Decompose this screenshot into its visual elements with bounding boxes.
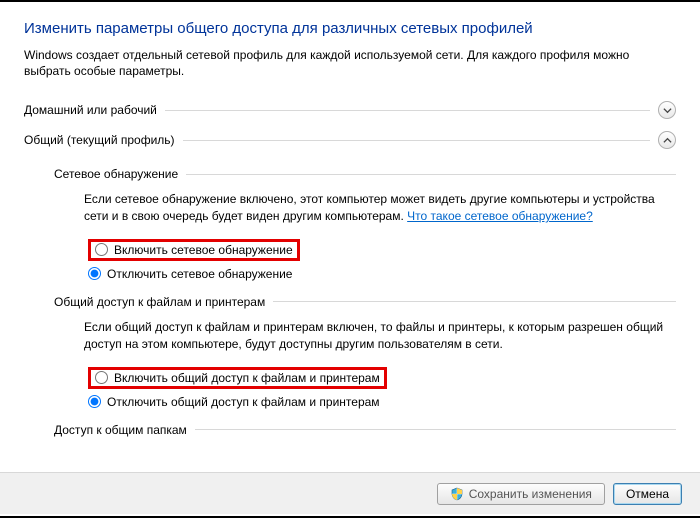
network-discovery-group-title: Сетевое обнаружение — [54, 167, 178, 181]
radio-disable-network-discovery[interactable] — [88, 267, 101, 280]
divider — [273, 301, 676, 302]
network-discovery-link[interactable]: Что такое сетевое обнаружение? — [407, 209, 593, 223]
network-discovery-desc: Если сетевое обнаружение включено, этот … — [84, 191, 676, 225]
page-title: Изменить параметры общего доступа для ра… — [24, 20, 676, 37]
section-home-header[interactable]: Домашний или рабочий — [24, 95, 676, 125]
radio-enable-file-sharing-label: Включить общий доступ к файлам и принтер… — [114, 371, 380, 385]
save-button-label: Сохранить изменения — [469, 487, 592, 501]
divider — [165, 110, 650, 111]
divider — [183, 140, 650, 141]
file-sharing-desc: Если общий доступ к файлам и принтерам в… — [84, 319, 676, 353]
highlight-box: Включить сетевое обнаружение — [88, 239, 300, 261]
radio-enable-network-discovery-row[interactable]: Включить сетевое обнаружение — [84, 237, 676, 263]
radio-disable-file-sharing-label: Отключить общий доступ к файлам и принте… — [107, 395, 380, 409]
radio-enable-network-discovery-label: Включить сетевое обнаружение — [114, 243, 293, 257]
radio-disable-network-discovery-row[interactable]: Отключить сетевое обнаружение — [84, 265, 676, 283]
chevron-down-icon[interactable] — [658, 101, 676, 119]
highlight-box: Включить общий доступ к файлам и принтер… — [88, 367, 387, 389]
radio-enable-network-discovery[interactable] — [95, 243, 108, 256]
divider — [195, 429, 676, 430]
public-folder-group-title: Доступ к общим папкам — [54, 423, 187, 437]
section-public-title: Общий (текущий профиль) — [24, 133, 175, 147]
divider — [186, 174, 676, 175]
cancel-button-label: Отмена — [626, 487, 669, 501]
radio-disable-file-sharing-row[interactable]: Отключить общий доступ к файлам и принте… — [84, 393, 676, 411]
section-home-title: Домашний или рабочий — [24, 103, 157, 117]
save-button[interactable]: Сохранить изменения — [437, 483, 605, 505]
radio-disable-file-sharing[interactable] — [88, 395, 101, 408]
cancel-button[interactable]: Отмена — [613, 483, 682, 505]
radio-enable-file-sharing-row[interactable]: Включить общий доступ к файлам и принтер… — [84, 365, 676, 391]
file-sharing-group-title: Общий доступ к файлам и принтерам — [54, 295, 265, 309]
radio-enable-file-sharing[interactable] — [95, 371, 108, 384]
bottom-bar: Сохранить изменения Отмена — [0, 472, 700, 514]
radio-disable-network-discovery-label: Отключить сетевое обнаружение — [107, 267, 292, 281]
chevron-up-icon[interactable] — [658, 131, 676, 149]
shield-icon — [450, 487, 464, 501]
section-public-header[interactable]: Общий (текущий профиль) — [24, 125, 676, 155]
page-intro: Windows создает отдельный сетевой профил… — [24, 47, 676, 79]
